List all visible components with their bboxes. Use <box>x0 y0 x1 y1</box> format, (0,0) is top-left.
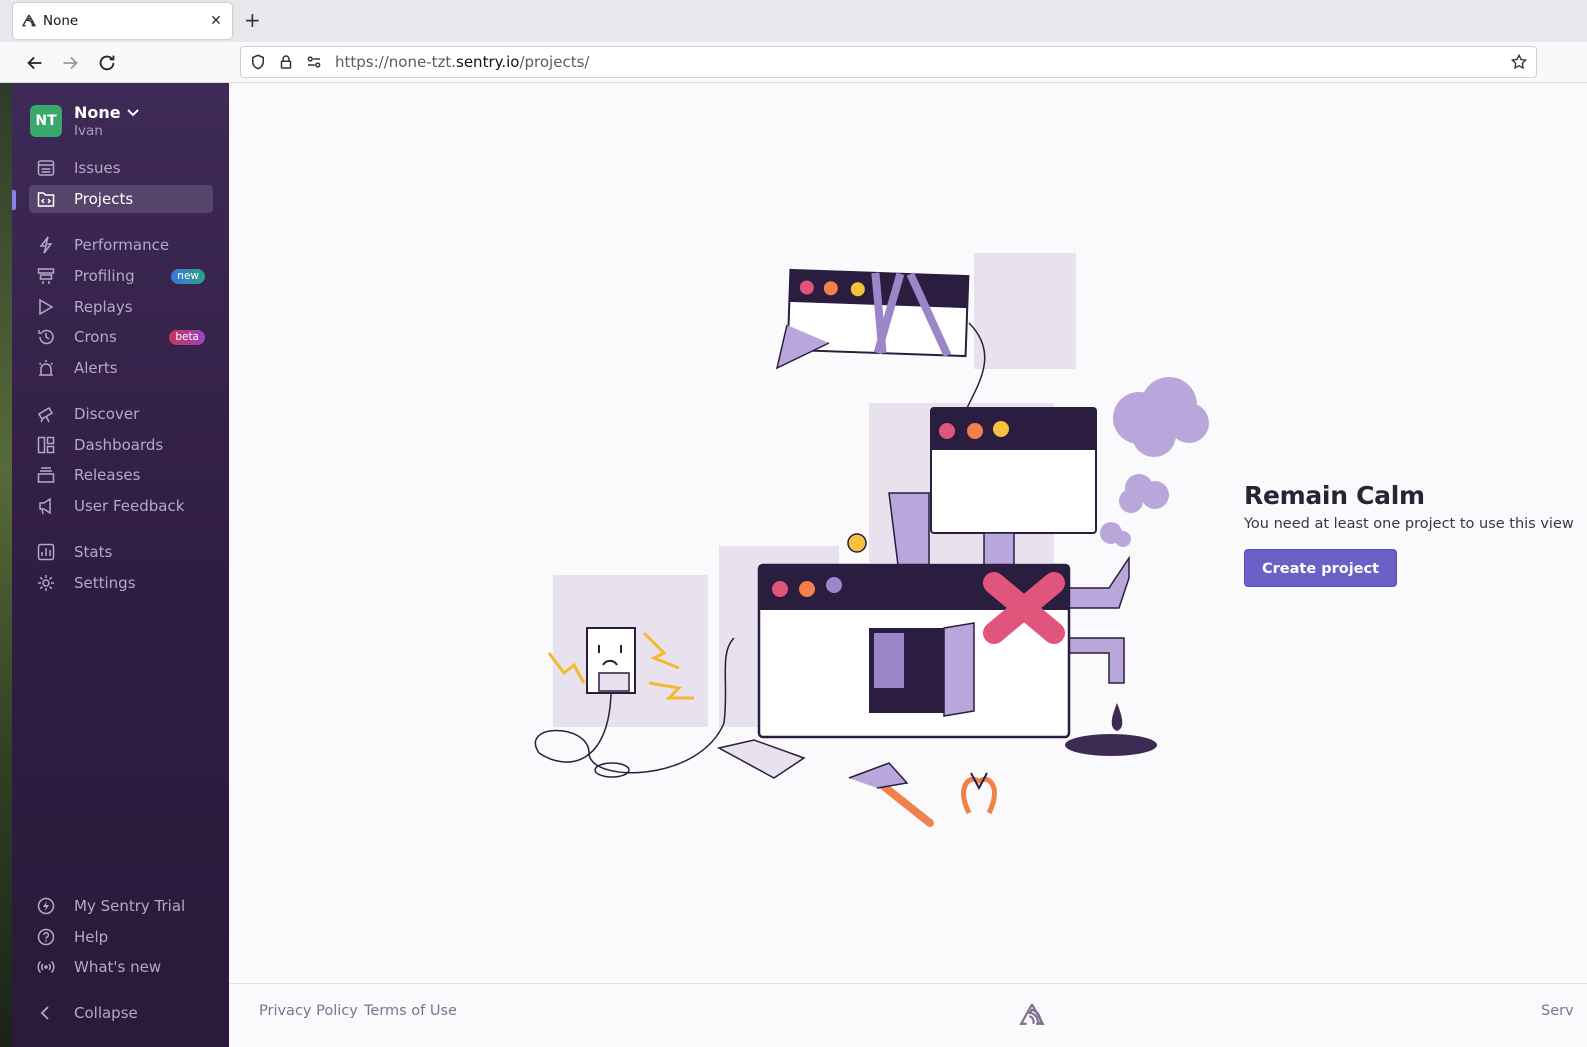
org-name: None <box>74 103 121 122</box>
lightning-icon <box>37 236 55 254</box>
dashboard-icon <box>37 436 55 454</box>
sidebar-item-issues[interactable]: Issues <box>29 154 213 182</box>
sidebar-item-performance[interactable]: Performance <box>29 231 213 259</box>
sidebar-item-label: What's new <box>74 958 162 976</box>
sidebar-item-replays[interactable]: Replays <box>29 293 213 321</box>
sidebar-item-label: Issues <box>74 159 121 177</box>
sidebar-item-label: Releases <box>74 466 141 484</box>
clock-icon <box>37 328 55 346</box>
sidebar-item-label: Collapse <box>74 1004 138 1022</box>
sidebar-item-label: Replays <box>74 298 133 316</box>
chevron-left-icon <box>37 1004 55 1022</box>
browser-nav-bar: https://none-tzt.sentry.io/projects/ <box>0 42 1587 83</box>
org-switcher[interactable]: NT None Ivan <box>30 103 139 139</box>
sidebar-item-trial[interactable]: My Sentry Trial <box>29 892 213 920</box>
desktop-edge <box>0 83 12 1047</box>
broadcast-icon <box>37 958 55 976</box>
sidebar-item-profiling[interactable]: Profiling new <box>29 262 213 290</box>
sidebar-item-label: Help <box>74 928 109 946</box>
gear-icon <box>37 574 55 592</box>
sidebar-item-user-feedback[interactable]: User Feedback <box>29 492 213 520</box>
lightning-circle-icon <box>37 897 55 915</box>
new-badge: new <box>171 268 205 284</box>
sidebar-collapse[interactable]: Collapse <box>29 999 213 1027</box>
sidebar-item-label: Alerts <box>74 359 118 377</box>
forward-icon[interactable] <box>59 52 81 74</box>
sidebar-item-label: Projects <box>74 190 134 208</box>
sidebar-item-label: Dashboards <box>74 436 164 454</box>
browser-tab[interactable]: None ✕ <box>13 3 232 39</box>
sentry-logo-icon <box>1019 1003 1045 1025</box>
broken-robot-illustration <box>535 253 1209 827</box>
sidebar-item-label: My Sentry Trial <box>74 897 186 915</box>
sidebar-item-alerts[interactable]: Alerts <box>29 354 213 382</box>
tab-title: None <box>43 13 79 29</box>
projects-icon <box>37 190 55 208</box>
sentry-favicon-icon <box>21 14 37 27</box>
sidebar-item-label: User Feedback <box>74 497 185 515</box>
sidebar-item-label: Crons <box>74 328 117 346</box>
browser-tab-bar: None ✕ + <box>0 0 1587 42</box>
sidebar-item-discover[interactable]: Discover <box>29 400 213 428</box>
sidebar-item-whats-new[interactable]: What's new <box>29 953 213 981</box>
sidebar: NT None Ivan Issues Projects Performance… <box>12 83 229 1047</box>
question-icon <box>37 928 55 946</box>
org-avatar: NT <box>30 105 62 137</box>
sidebar-item-label: Performance <box>74 236 170 254</box>
sidebar-item-help[interactable]: Help <box>29 923 213 951</box>
sidebar-item-dashboards[interactable]: Dashboards <box>29 431 213 459</box>
sidebar-item-releases[interactable]: Releases <box>29 461 213 489</box>
terms-of-use-link[interactable]: Terms of Use <box>364 1003 457 1019</box>
footer: Privacy Policy Terms of Use Serv <box>229 983 1587 1047</box>
lock-icon <box>280 55 292 69</box>
megaphone-icon <box>37 497 55 515</box>
reload-icon[interactable] <box>96 52 118 74</box>
tab-close-icon[interactable]: ✕ <box>208 13 224 29</box>
sidebar-item-label: Discover <box>74 405 140 423</box>
empty-state: Remain Calm You need at least one projec… <box>1244 481 1574 587</box>
telescope-icon <box>37 405 55 423</box>
stats-icon <box>37 543 55 561</box>
sidebar-item-stats[interactable]: Stats <box>29 538 213 566</box>
sidebar-item-label: Profiling <box>74 267 135 285</box>
siren-icon <box>37 359 55 377</box>
box-icon <box>37 466 55 484</box>
url-bar[interactable]: https://none-tzt.sentry.io/projects/ <box>240 46 1537 78</box>
org-user: Ivan <box>74 123 103 139</box>
issues-icon <box>37 159 55 177</box>
sidebar-item-label: Stats <box>74 543 113 561</box>
active-indicator <box>12 190 16 210</box>
play-icon <box>37 298 55 316</box>
privacy-policy-link[interactable]: Privacy Policy <box>259 1003 358 1019</box>
create-project-button[interactable]: Create project <box>1244 549 1398 587</box>
sidebar-item-projects[interactable]: Projects <box>29 185 213 213</box>
profiling-icon <box>37 267 55 285</box>
new-tab-button[interactable]: + <box>244 10 261 30</box>
shield-icon <box>252 54 264 70</box>
beta-badge: beta <box>169 329 205 345</box>
empty-state-title: Remain Calm <box>1244 481 1425 510</box>
sidebar-item-crons[interactable]: Crons beta <box>29 323 213 351</box>
bookmark-star-icon[interactable] <box>1510 53 1528 71</box>
sidebar-item-settings[interactable]: Settings <box>29 569 213 597</box>
chevron-down-icon <box>126 108 139 116</box>
back-icon[interactable] <box>24 52 46 74</box>
status-link[interactable]: Serv <box>1541 1003 1574 1019</box>
url-text: https://none-tzt.sentry.io/projects/ <box>335 53 590 71</box>
empty-state-message: You need at least one project to use thi… <box>1244 516 1574 532</box>
main-content: Remain Calm You need at least one projec… <box>229 83 1587 983</box>
sidebar-item-label: Settings <box>74 574 136 592</box>
permissions-icon[interactable] <box>305 53 323 71</box>
